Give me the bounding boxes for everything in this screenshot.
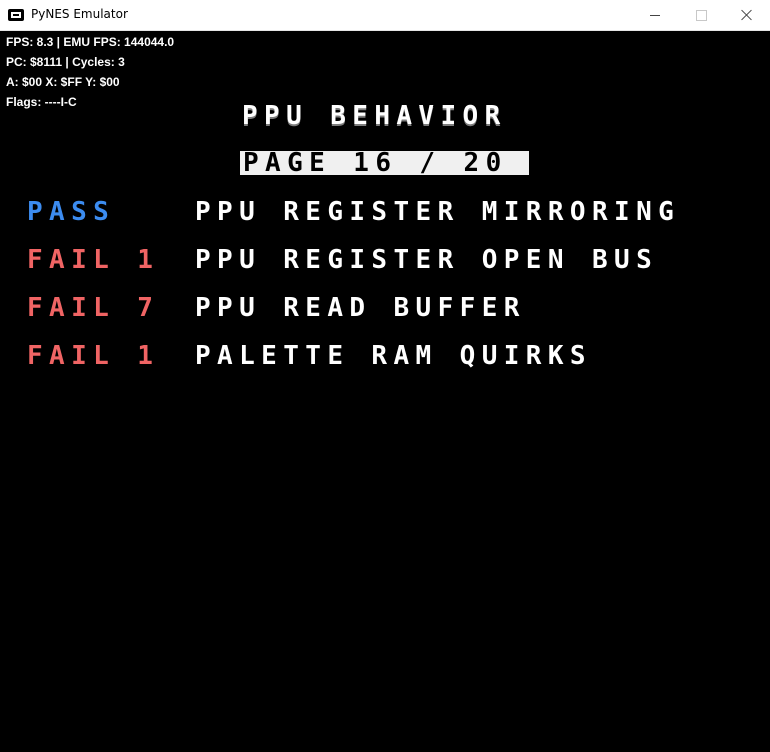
test-name: PPU READ BUFFER (195, 293, 526, 323)
test-name: PALETTE RAM QUIRKS (195, 341, 592, 371)
maximize-icon (695, 9, 707, 21)
emulator-screen[interactable]: FPS: 8.3 | EMU FPS: 144044.0 PC: $8111 |… (0, 31, 770, 752)
screen-heading: PPU BEHAVIOR (242, 101, 507, 131)
pc-cycles-readout: PC: $8111 | Cycles: 3 (6, 55, 125, 69)
test-status: FAIL 1 (27, 245, 160, 275)
minimize-button[interactable] (632, 0, 678, 30)
registers-readout: A: $00 X: $FF Y: $00 (6, 75, 120, 89)
test-name: PPU REGISTER OPEN BUS (195, 245, 659, 275)
flags-readout: Flags: ----I-C (6, 95, 77, 109)
test-status: FAIL 1 (27, 341, 160, 371)
nes-controller-icon (8, 9, 24, 21)
close-button[interactable] (724, 0, 770, 30)
window-title: PyNES Emulator (31, 7, 128, 21)
test-name: PPU REGISTER MIRRORING (195, 197, 681, 227)
emulator-window: PyNES Emulator FPS: 8.3 | EMU FPS: 14404… (0, 0, 770, 752)
test-status: FAIL 7 (27, 293, 160, 323)
maximize-button[interactable] (678, 0, 724, 30)
title-bar[interactable]: PyNES Emulator (0, 0, 770, 31)
test-status: PASS (27, 197, 116, 227)
page-indicator: PAGE 16 / 20 (243, 148, 508, 178)
close-icon (741, 9, 753, 21)
fps-readout: FPS: 8.3 | EMU FPS: 144044.0 (6, 35, 175, 49)
minimize-icon (650, 14, 660, 16)
